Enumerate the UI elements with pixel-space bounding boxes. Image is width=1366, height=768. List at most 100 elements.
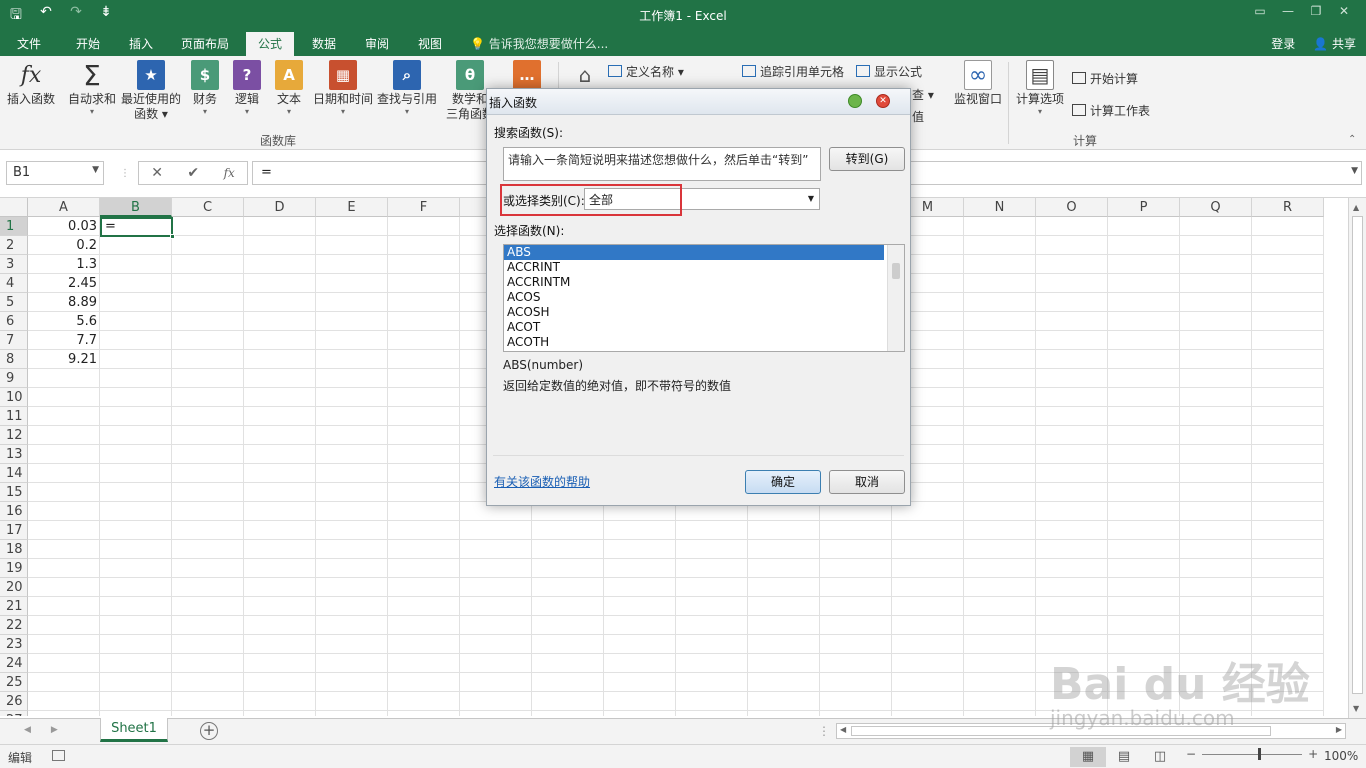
ok-button[interactable]: 确定: [745, 470, 821, 494]
splitter-icon[interactable]: ⋮: [818, 724, 830, 738]
resize-handle-icon[interactable]: ⋮: [120, 168, 130, 179]
confirm-entry-icon[interactable]: ✔: [187, 165, 199, 181]
minimize-button[interactable]: —: [1274, 4, 1302, 18]
macro-record-icon[interactable]: [52, 750, 65, 761]
tab-home[interactable]: 开始: [76, 35, 100, 52]
list-item[interactable]: ACOTH: [504, 335, 884, 350]
close-button[interactable]: ✕: [1330, 4, 1358, 18]
row-header[interactable]: 20: [0, 578, 28, 597]
tab-file[interactable]: 文件: [17, 35, 41, 52]
close-icon[interactable]: ✕: [876, 94, 890, 108]
date-time-button[interactable]: ▦ 日期和时间 ▾: [312, 60, 374, 117]
row-header[interactable]: 1: [0, 217, 28, 236]
list-item[interactable]: ACOT: [504, 320, 884, 335]
chevron-down-icon[interactable]: ▼: [92, 165, 99, 175]
lookup-reference-button[interactable]: ⌕ 查找与引用 ▾: [376, 60, 438, 117]
tab-data[interactable]: 数据: [312, 35, 336, 52]
cell-value[interactable]: 8.89: [28, 293, 100, 312]
row-header[interactable]: 21: [0, 597, 28, 616]
watch-window-button[interactable]: ∞ 监视窗口: [952, 60, 1004, 107]
row-header[interactable]: 2: [0, 236, 28, 255]
row-header[interactable]: 11: [0, 407, 28, 426]
expand-formula-icon[interactable]: ▼: [1351, 166, 1358, 176]
list-scrollbar[interactable]: [887, 245, 904, 351]
financial-button[interactable]: $ 财务 ▾: [190, 60, 220, 117]
column-header[interactable]: N: [964, 198, 1036, 217]
column-header[interactable]: P: [1108, 198, 1180, 217]
cell-value[interactable]: 0.2: [28, 236, 100, 255]
row-header[interactable]: 22: [0, 616, 28, 635]
row-header[interactable]: 15: [0, 483, 28, 502]
page-layout-view-icon[interactable]: ▤: [1106, 747, 1142, 767]
row-header[interactable]: 8: [0, 350, 28, 369]
zoom-out-button[interactable]: −: [1186, 747, 1196, 761]
row-header[interactable]: 17: [0, 521, 28, 540]
text-button[interactable]: A 文本 ▾: [274, 60, 304, 117]
column-header[interactable]: B: [100, 198, 172, 217]
show-formulas-button[interactable]: 显示公式: [856, 63, 922, 80]
row-header[interactable]: 19: [0, 559, 28, 578]
next-sheet-icon[interactable]: ▶: [51, 725, 58, 735]
insert-function-button[interactable]: fx 插入函数: [6, 60, 56, 107]
list-item[interactable]: ACCRINT: [504, 260, 884, 275]
tab-view[interactable]: 视图: [418, 35, 442, 52]
calculate-sheet-button[interactable]: 计算工作表: [1072, 102, 1150, 119]
scroll-left-icon[interactable]: ◀: [840, 725, 846, 734]
insert-function-icon[interactable]: fx: [224, 166, 235, 180]
define-name-button[interactable]: 定义名称 ▾: [608, 63, 684, 80]
list-item[interactable]: ACOS: [504, 290, 884, 305]
row-header[interactable]: 6: [0, 312, 28, 331]
cancel-button[interactable]: 取消: [829, 470, 905, 494]
row-header[interactable]: 9: [0, 369, 28, 388]
vertical-scrollbar[interactable]: ▲ ▼: [1348, 198, 1366, 718]
column-header[interactable]: C: [172, 198, 244, 217]
calculate-now-button[interactable]: 开始计算: [1072, 70, 1138, 87]
row-header[interactable]: 14: [0, 464, 28, 483]
cell-value[interactable]: 2.45: [28, 274, 100, 293]
sheet-tab[interactable]: Sheet1: [100, 718, 168, 742]
row-header[interactable]: 13: [0, 445, 28, 464]
collapse-ribbon-icon[interactable]: ⌃: [1348, 134, 1356, 145]
scroll-down-icon[interactable]: ▼: [1353, 704, 1359, 713]
list-item[interactable]: ACCRINTM: [504, 275, 884, 290]
zoom-slider-knob[interactable]: [1258, 747, 1262, 760]
add-sheet-button[interactable]: +: [200, 722, 218, 740]
function-help-link[interactable]: 有关该函数的帮助: [494, 473, 590, 490]
row-header[interactable]: 26: [0, 692, 28, 711]
cell-value[interactable]: 9.21: [28, 350, 100, 369]
cell-value[interactable]: 7.7: [28, 331, 100, 350]
error-checking-button[interactable]: 查 ▾: [912, 86, 934, 103]
row-header[interactable]: 27: [0, 711, 28, 716]
tab-insert[interactable]: 插入: [129, 35, 153, 52]
list-item[interactable]: ABS: [504, 245, 884, 260]
select-all-corner[interactable]: [0, 198, 28, 217]
name-box[interactable]: B1 ▼: [6, 161, 104, 185]
scroll-thumb[interactable]: [1352, 216, 1363, 694]
trace-precedents-button[interactable]: 追踪引用单元格: [742, 63, 844, 80]
tell-me-search[interactable]: 💡 告诉我您想要做什么...: [470, 35, 608, 52]
row-header[interactable]: 3: [0, 255, 28, 274]
scroll-thumb[interactable]: [892, 263, 900, 279]
row-header[interactable]: 18: [0, 540, 28, 559]
cancel-entry-icon[interactable]: ✕: [151, 165, 163, 181]
dialog-title-bar[interactable]: 插入函数 ✕: [487, 89, 910, 115]
row-header[interactable]: 16: [0, 502, 28, 521]
zoom-in-button[interactable]: +: [1308, 747, 1318, 761]
row-header[interactable]: 4: [0, 274, 28, 293]
ribbon-display-options-icon[interactable]: ▭: [1246, 4, 1274, 18]
help-icon[interactable]: [848, 94, 862, 108]
calc-options-button[interactable]: ▤ 计算选项 ▾: [1014, 60, 1066, 117]
column-header[interactable]: R: [1252, 198, 1324, 217]
function-list[interactable]: ABS ACCRINT ACCRINTM ACOS ACOSH ACOT ACO…: [503, 244, 905, 352]
zoom-level[interactable]: 100%: [1324, 749, 1358, 763]
column-header[interactable]: O: [1036, 198, 1108, 217]
normal-view-icon[interactable]: ▦: [1070, 747, 1106, 767]
row-header[interactable]: 24: [0, 654, 28, 673]
row-header[interactable]: 5: [0, 293, 28, 312]
tab-formulas[interactable]: 公式: [246, 32, 295, 56]
list-item[interactable]: ACOSH: [504, 305, 884, 320]
autosum-button[interactable]: Σ 自动求和 ▾: [66, 59, 118, 117]
column-header[interactable]: Q: [1180, 198, 1252, 217]
restore-button[interactable]: ❐: [1302, 4, 1330, 18]
recently-used-button[interactable]: ★ 最近使用的 函数 ▾: [120, 60, 182, 122]
